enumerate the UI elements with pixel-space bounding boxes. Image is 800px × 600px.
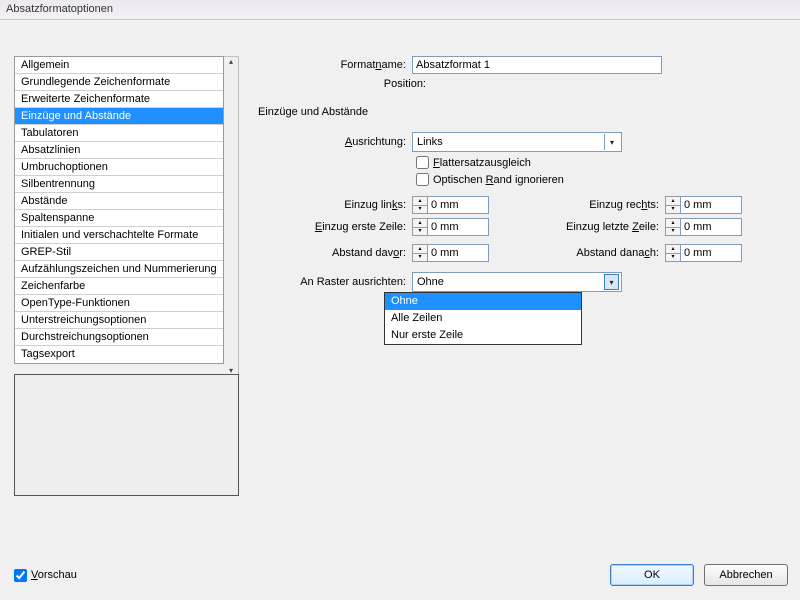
einzug-letzte-spinner[interactable]: ▴▾ — [665, 218, 742, 236]
raster-dropdown-list[interactable]: OhneAlle ZeilenNur erste Zeile — [384, 292, 582, 345]
chevron-down-icon: ▾ — [604, 134, 619, 150]
position-label: Position: — [258, 78, 432, 90]
sidebar-item[interactable]: Erweiterte Zeichenformate — [15, 91, 223, 108]
sidebar-item[interactable]: Aufzählungszeichen und Nummerierung — [15, 261, 223, 278]
einzug-links-label: Einzug links: — [258, 199, 412, 211]
sidebar-item[interactable]: Umbruchoptionen — [15, 159, 223, 176]
category-list[interactable]: AllgemeinGrundlegende ZeichenformateErwe… — [14, 56, 224, 364]
sidebar-item[interactable]: Spaltenspanne — [15, 210, 223, 227]
dropdown-option[interactable]: Nur erste Zeile — [385, 327, 581, 344]
sidebar-item[interactable]: Unterstreichungsoptionen — [15, 312, 223, 329]
preview-box — [14, 374, 239, 496]
abstand-davor-label: Abstand davor: — [258, 247, 412, 259]
sidebar-item[interactable]: Initialen und verschachtelte Formate — [15, 227, 223, 244]
sidebar-item[interactable]: Einzüge und Abstände — [15, 108, 223, 125]
sidebar-item[interactable]: Silbentrennung — [15, 176, 223, 193]
sidebar-item[interactable]: Durchstreichungsoptionen — [15, 329, 223, 346]
sidebar-item[interactable]: Absatzlinien — [15, 142, 223, 159]
einzug-erste-label: Einzug erste Zeile: — [258, 221, 412, 233]
abstand-danach-label: Abstand danach: — [489, 247, 665, 259]
dropdown-option[interactable]: Ohne — [385, 293, 581, 310]
cancel-button[interactable]: Abbrechen — [704, 564, 788, 586]
window-title: Absatzformatoptionen — [6, 3, 113, 15]
raster-combo[interactable]: Ohne▾ — [412, 272, 622, 292]
formatname-input[interactable] — [412, 56, 662, 74]
formatname-label: Formatname: — [258, 59, 412, 71]
sidebar-item[interactable]: Tabulatoren — [15, 125, 223, 142]
raster-label: An Raster ausrichten: — [258, 276, 412, 288]
sidebar-item[interactable]: GREP-Stil — [15, 244, 223, 261]
optischer-rand-checkbox[interactable]: Optischen Rand ignorieren — [416, 173, 564, 186]
ok-button[interactable]: OK — [610, 564, 694, 586]
ausrichtung-combo[interactable]: Links▾ — [412, 132, 622, 152]
einzug-rechts-spinner[interactable]: ▴▾ — [665, 196, 742, 214]
sidebar-item[interactable]: Grundlegende Zeichenformate — [15, 74, 223, 91]
sidebar-item[interactable]: Allgemein — [15, 57, 223, 74]
einzug-erste-spinner[interactable]: ▴▾ — [412, 218, 489, 236]
einzug-links-spinner[interactable]: ▴▾ — [412, 196, 489, 214]
sidebar-item[interactable]: OpenType-Funktionen — [15, 295, 223, 312]
abstand-davor-spinner[interactable]: ▴▾ — [412, 244, 489, 262]
window-titlebar: Absatzformatoptionen — [0, 0, 800, 20]
ausrichtung-label: Ausrichtung: — [258, 136, 412, 148]
sidebar-item[interactable]: Abstände — [15, 193, 223, 210]
abstand-danach-spinner[interactable]: ▴▾ — [665, 244, 742, 262]
sidebar-item[interactable]: Tagsexport — [15, 346, 223, 363]
einzug-rechts-label: Einzug rechts: — [489, 199, 665, 211]
sidebar-item[interactable]: Zeichenfarbe — [15, 278, 223, 295]
flattersatz-checkbox[interactable]: Flattersatzausgleich — [416, 156, 531, 169]
sidebar-scrollbar[interactable] — [224, 56, 239, 376]
section-title: Einzüge und Abstände — [258, 106, 788, 118]
vorschau-checkbox[interactable]: Vorschau — [14, 569, 77, 582]
chevron-down-icon: ▾ — [604, 274, 619, 290]
einzug-letzte-label: Einzug letzte Zeile: — [489, 221, 665, 233]
dropdown-option[interactable]: Alle Zeilen — [385, 310, 581, 327]
